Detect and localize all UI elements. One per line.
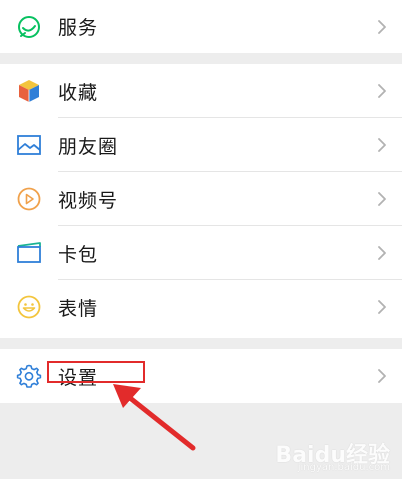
menu-item-favorites[interactable]: 收藏 — [0, 64, 402, 118]
chevron-right-icon — [376, 367, 388, 385]
menu-item-stickers[interactable]: 表情 — [0, 280, 402, 334]
menu-item-moments[interactable]: 朋友圈 — [0, 118, 402, 172]
chevron-right-icon — [376, 244, 388, 262]
menu-item-channels[interactable]: 视频号 — [0, 172, 402, 226]
favorites-cube-icon — [16, 78, 42, 104]
settings-gear-icon — [16, 363, 42, 389]
menu-group-features: 收藏 朋友圈 视频号 卡包 表情 — [0, 64, 402, 338]
menu-item-label: 收藏 — [58, 81, 99, 104]
menu-item-card-wallet[interactable]: 卡包 — [0, 226, 402, 280]
card-wallet-icon — [16, 240, 42, 266]
baidu-watermark: Baidu经验 jingyan.baidu.com — [240, 433, 390, 473]
menu-item-service[interactable]: 服务 — [0, 0, 402, 53]
red-arrow-annotation — [113, 384, 196, 451]
sticker-smile-icon — [16, 294, 42, 320]
menu-item-label: 服务 — [58, 17, 99, 39]
menu-item-label: 视频号 — [58, 189, 119, 212]
menu-item-label: 卡包 — [58, 243, 99, 266]
watermark-sub: jingyan.baidu.com — [297, 462, 390, 473]
channels-play-icon — [16, 186, 42, 212]
chevron-right-icon — [376, 82, 388, 100]
chevron-right-icon — [376, 190, 388, 208]
menu-group-services: 服务 — [0, 0, 402, 53]
moments-image-icon — [16, 132, 42, 158]
menu-item-label: 表情 — [58, 297, 99, 320]
service-icon — [16, 14, 42, 40]
chevron-right-icon — [376, 298, 388, 316]
chevron-right-icon — [376, 18, 388, 36]
wechat-me-screen: 服务 收藏 朋友圈 视频号 卡包 表情 设置 Baidu经验 jingyan.b… — [0, 0, 402, 479]
menu-item-label: 朋友圈 — [58, 135, 119, 158]
chevron-right-icon — [376, 136, 388, 154]
